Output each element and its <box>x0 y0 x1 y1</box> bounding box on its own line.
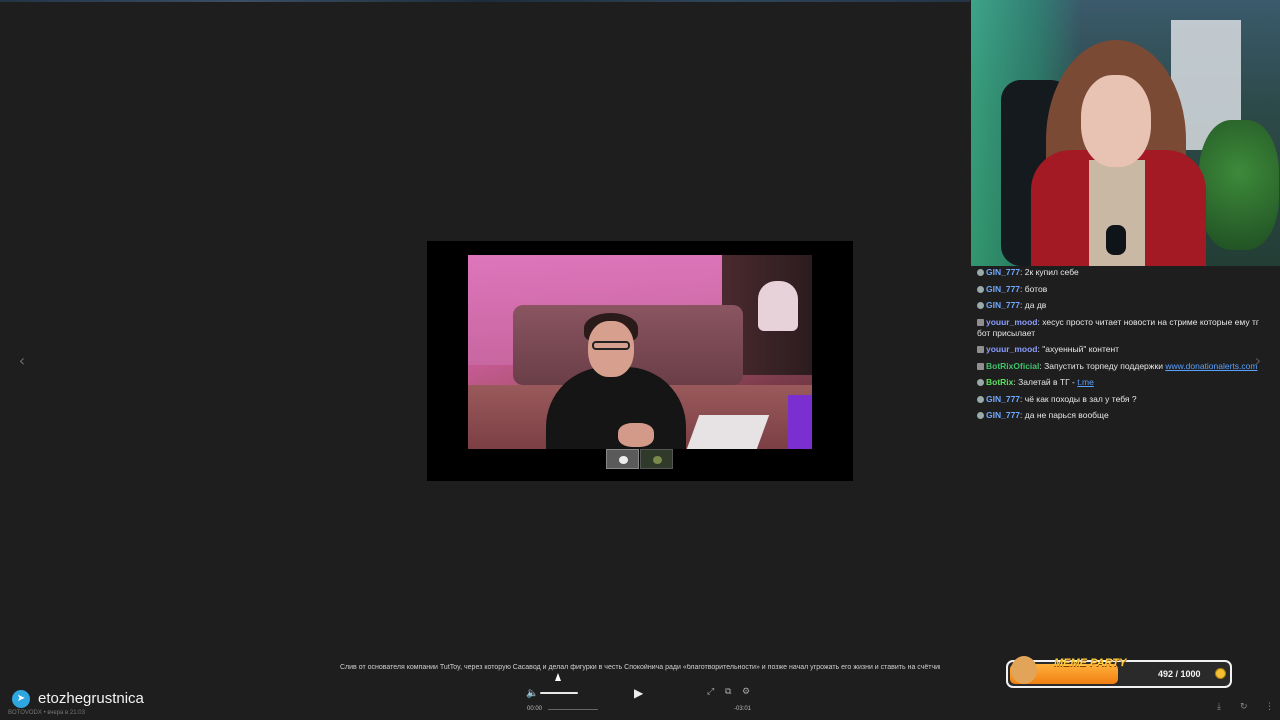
top-strip <box>0 0 970 2</box>
chat-link[interactable]: www.donationalerts.com <box>1165 361 1257 371</box>
chat-username[interactable]: youur_mood <box>986 344 1037 354</box>
chat-username[interactable]: BotRix <box>986 377 1013 387</box>
video-white-chair <box>758 281 798 331</box>
expand-icon[interactable]: ⤢ <box>707 687 714 697</box>
chat-message: youur_mood: хесус просто читает новости … <box>977 317 1273 339</box>
thumbnail-strip <box>606 449 673 469</box>
chat-badge-icon <box>977 379 984 386</box>
chat-text: ботов <box>1024 283 1048 294</box>
volume-slider[interactable] <box>540 692 578 694</box>
meme-party-title: MEME PARTY <box>1054 657 1127 669</box>
chat-badge-icon <box>977 346 984 353</box>
media-caption: Слив от основателя компании TutToy, чере… <box>340 664 940 671</box>
thumbnail-1[interactable] <box>606 449 639 469</box>
play-button[interactable]: ▶ <box>634 686 643 700</box>
chat-badge-icon <box>977 285 984 293</box>
chat-badge-icon <box>977 269 984 276</box>
channel-meta: BOTOVODX • вчера в 21:03 <box>8 710 85 716</box>
coin-icon <box>1215 668 1226 679</box>
thumbnail-2-image <box>653 456 662 464</box>
screen: ‹ › Слив от основателя компании TutToy, … <box>0 0 1280 720</box>
chat-username[interactable]: BotRixOficial <box>986 361 1039 371</box>
chat-message: BotRixOficial: Запустить торпеду поддерж… <box>977 361 1273 372</box>
chat-text: чё как походы в зал у тебя ? <box>1024 393 1137 404</box>
chat-username[interactable]: GIN_777 <box>986 284 1020 294</box>
mouse-cursor <box>555 673 561 681</box>
chat-text: Запустить торпеду поддержки <box>1044 360 1163 371</box>
more-icon[interactable]: ⋮ <box>1265 702 1274 712</box>
chat-badge-icon <box>977 395 984 403</box>
thumbnail-2[interactable] <box>640 449 673 469</box>
player-controls: 🔈 ▶ ⤢ ⧉ ⚙ 00:00 -03:01 <box>520 684 760 720</box>
chat-message: GIN_777: да не парься вообще <box>977 410 1273 421</box>
seek-bar[interactable] <box>548 709 598 710</box>
chat-message: GIN_777: 2к купил себе <box>977 267 1273 278</box>
chat-message: GIN_777: да дв <box>977 300 1273 311</box>
webcam-plant <box>1199 120 1279 250</box>
chat-text: да дв <box>1024 300 1047 310</box>
doge-icon <box>1011 656 1037 684</box>
media-viewer <box>427 241 853 481</box>
volume-icon[interactable]: 🔈 <box>526 688 538 699</box>
chat-text: 2к купил себе <box>1024 267 1079 277</box>
chat-username[interactable]: GIN_777 <box>986 410 1020 420</box>
download-icon[interactable]: ⤓ <box>1217 702 1221 712</box>
time-current: 00:00 <box>527 706 543 712</box>
chat-link[interactable]: t.me <box>1077 377 1094 387</box>
video-frame[interactable] <box>468 255 812 449</box>
chat-text: Залетай в ТГ - <box>1018 377 1078 387</box>
telegram-icon: ➤ <box>12 690 30 708</box>
picture-in-picture-icon[interactable]: ⧉ <box>725 687 731 697</box>
chat-badge-icon <box>977 412 984 419</box>
previous-arrow-icon[interactable]: ‹ <box>13 352 31 370</box>
chat-username[interactable]: GIN_777 <box>986 267 1020 277</box>
thumbnail-1-image <box>619 456 628 464</box>
chat-list: GIN_777: 2к купил себе GIN_777: ботов GIN_… <box>977 267 1273 427</box>
chat-message: youur_mood: "ахуенный" контент <box>977 344 1273 355</box>
meme-party-count: 492 / 1000 <box>1158 669 1201 679</box>
rotate-icon[interactable]: ↻ <box>1240 702 1248 712</box>
video-person-glasses <box>592 341 630 350</box>
chat-badge-icon <box>977 302 984 309</box>
chat-message: GIN_777: чё как походы в зал у тебя ? <box>977 394 1273 405</box>
time-remaining: -03:01 <box>734 706 752 712</box>
video-person-hands <box>618 423 654 447</box>
chat-text: "ахуенный" контент <box>1042 344 1120 354</box>
video-purple-chair <box>788 395 812 449</box>
webcam-streamer-face <box>1081 75 1151 167</box>
meme-party-widget: MEME PARTY 492 / 1000 <box>1006 656 1232 688</box>
chat-username[interactable]: youur_mood <box>986 317 1037 327</box>
webcam-microphone <box>1106 225 1126 255</box>
chat-message: GIN_777: ботов <box>977 284 1273 295</box>
chat-message: BotRix: Залетай в ТГ - t.me <box>977 377 1273 388</box>
chat-text: да не парься вообще <box>1024 410 1109 420</box>
chat-badge-icon <box>977 318 984 326</box>
webcam-overlay <box>971 0 1280 266</box>
video-desk <box>686 415 770 449</box>
chat-username[interactable]: GIN_777 <box>986 394 1020 404</box>
chat-badge-icon <box>977 362 984 370</box>
gear-icon[interactable]: ⚙ <box>742 687 750 697</box>
channel-name: etozhegrustnica <box>38 690 144 707</box>
chat-username[interactable]: GIN_777 <box>986 300 1020 310</box>
